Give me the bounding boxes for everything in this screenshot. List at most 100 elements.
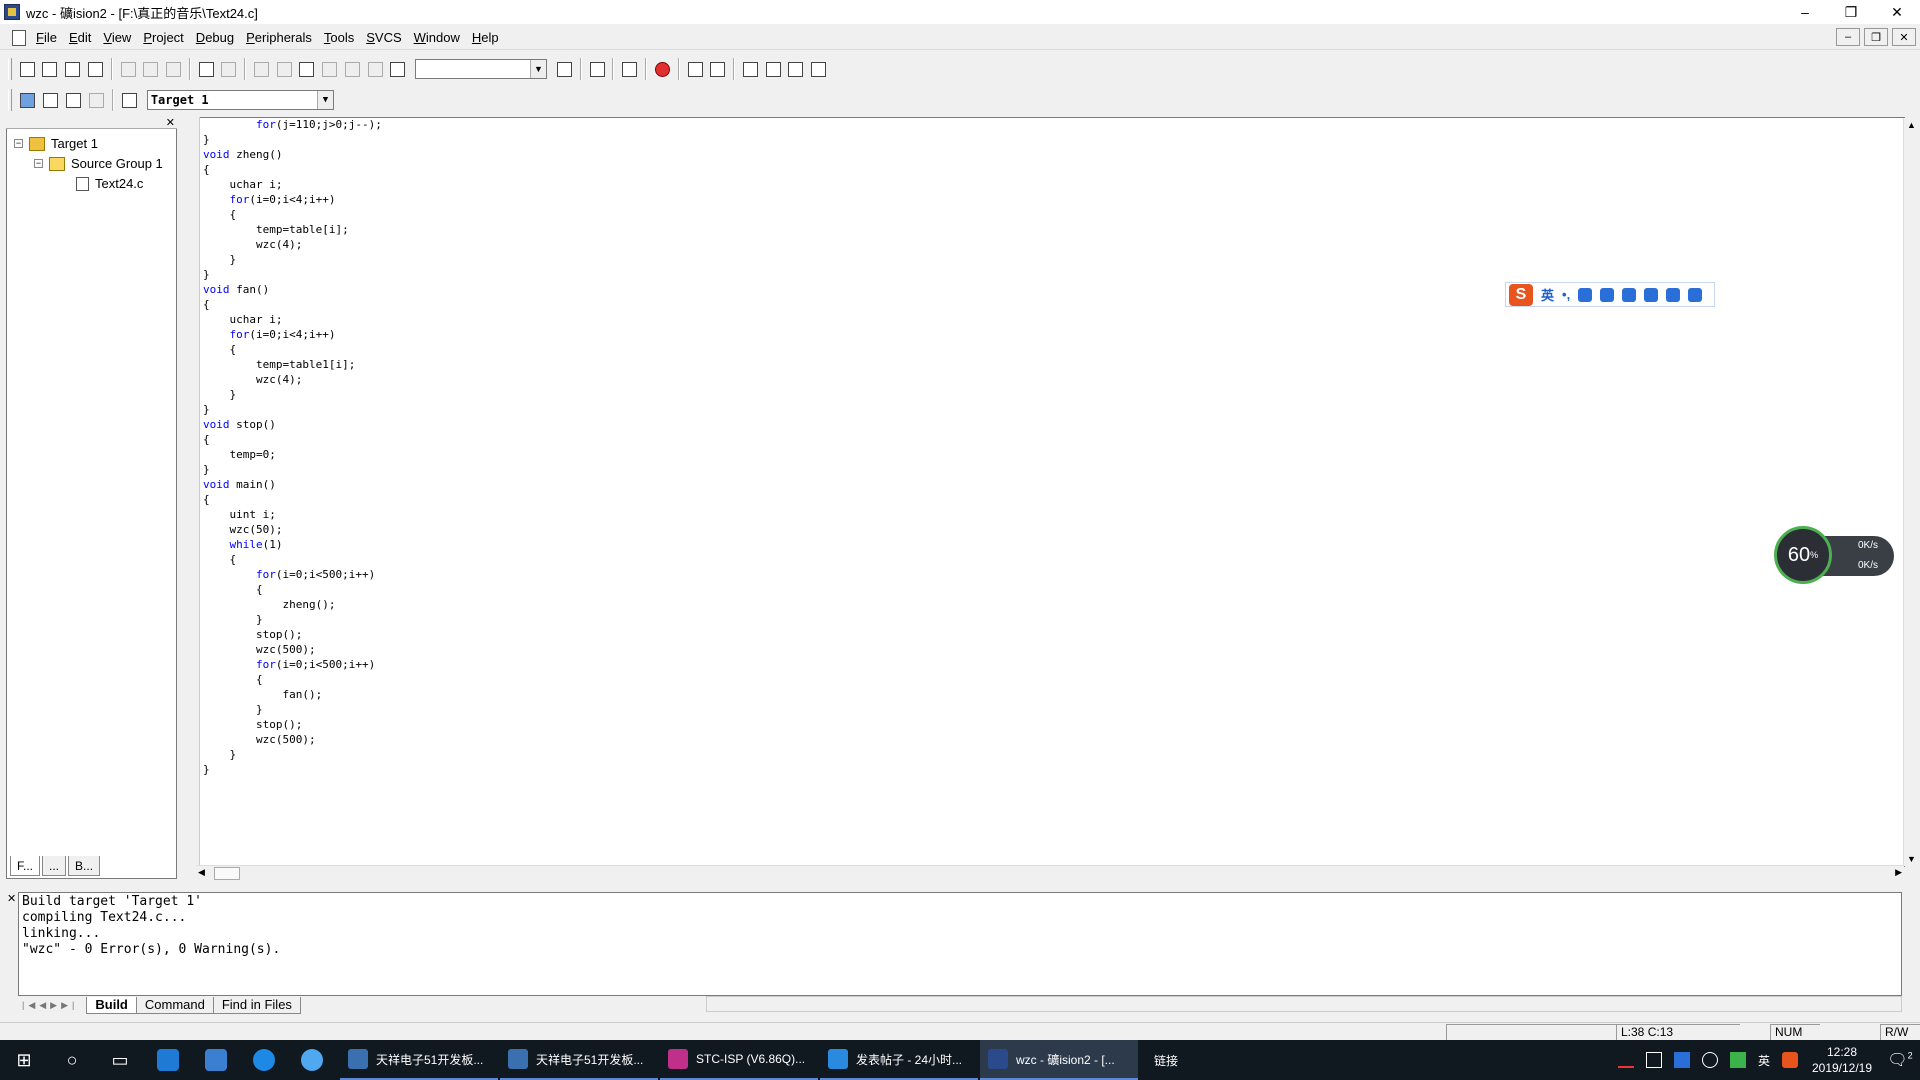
code-line[interactable]: wzc(4); [203, 237, 382, 252]
copy-icon[interactable] [140, 58, 161, 80]
print-icon[interactable] [619, 58, 640, 80]
browser-icon[interactable] [288, 1040, 336, 1080]
code-line[interactable]: } [203, 402, 382, 417]
code-line[interactable]: { [203, 672, 382, 687]
minimize-button[interactable]: – [1782, 0, 1828, 24]
open-file-icon[interactable] [40, 58, 61, 80]
scroll-up-icon[interactable]: ▲ [1907, 120, 1916, 130]
windows-start-icon[interactable]: ⊞ [0, 1040, 48, 1080]
code-line[interactable]: uchar i; [203, 177, 382, 192]
menu-view[interactable]: View [97, 30, 137, 45]
code-line[interactable]: for(i=0;i<500;i++) [203, 657, 382, 672]
code-line[interactable]: } [203, 762, 382, 777]
undo-icon[interactable] [196, 58, 217, 80]
code-line[interactable]: while(1) [203, 537, 382, 552]
code-line[interactable]: { [203, 162, 382, 177]
code-line[interactable]: { [203, 492, 382, 507]
code-line[interactable]: } [203, 387, 382, 402]
shield-icon[interactable] [1673, 1052, 1690, 1068]
bookmark-icon[interactable] [297, 58, 318, 80]
code-line[interactable]: void fan() [203, 282, 382, 297]
code-line[interactable]: for(i=0;i<4;i++) [203, 327, 382, 342]
clock[interactable]: 12:28 2019/12/19 [1804, 1044, 1880, 1076]
code-line[interactable]: wzc(500); [203, 642, 382, 657]
code-line[interactable]: stop(); [203, 717, 382, 732]
ime-punctuation[interactable]: •, [1562, 287, 1570, 302]
rebuild-icon[interactable] [63, 89, 84, 111]
taskbar-task[interactable]: wzc - 礦ision2 - [... [980, 1040, 1138, 1080]
emoji-icon[interactable] [1578, 287, 1593, 302]
output-window-icon[interactable] [708, 58, 729, 80]
code-line[interactable]: uchar i; [203, 312, 382, 327]
code-line[interactable]: temp=table1[i]; [203, 357, 382, 372]
code-line[interactable]: { [203, 342, 382, 357]
code-line[interactable]: { [203, 207, 382, 222]
tab-build[interactable]: Build [86, 996, 137, 1014]
scroll-down-icon[interactable]: ▼ [1907, 854, 1916, 864]
target-select[interactable]: Target 1 ▼ [146, 90, 334, 110]
config-icon[interactable] [786, 58, 807, 80]
translate-icon[interactable] [17, 89, 38, 111]
editor-horizontal-scrollbar[interactable]: ◀ ▶ [196, 865, 1904, 881]
code-line[interactable]: void zheng() [203, 147, 382, 162]
volume-icon[interactable] [1701, 1052, 1718, 1068]
code-line[interactable]: wzc(500); [203, 732, 382, 747]
code-line[interactable]: stop(); [203, 627, 382, 642]
start-debug-icon[interactable] [652, 58, 673, 80]
keyboard-icon[interactable] [1622, 287, 1637, 302]
edge-icon[interactable] [144, 1040, 192, 1080]
code-line[interactable]: void stop() [203, 417, 382, 432]
close-icon[interactable]: ✕ [7, 892, 16, 905]
code-line[interactable]: void main() [203, 477, 382, 492]
code-line[interactable]: zheng(); [203, 597, 382, 612]
sogou-logo[interactable]: S [1509, 283, 1533, 306]
code-line[interactable]: for(i=0;i<500;i++) [203, 567, 382, 582]
output-window[interactable] [18, 892, 1902, 996]
output-vertical-scrollbar[interactable] [1902, 892, 1918, 996]
scroll-thumb[interactable] [214, 867, 240, 880]
save-icon[interactable] [62, 58, 83, 80]
code-line[interactable]: wzc(4); [203, 372, 382, 387]
menu-help[interactable]: Help [466, 30, 505, 45]
tab-files[interactable]: F... [10, 856, 41, 876]
close-icon[interactable]: ✕ [166, 116, 175, 129]
output-horizontal-scrollbar[interactable] [706, 996, 1902, 1012]
chevron-down-icon[interactable]: ▼ [317, 91, 333, 109]
tab-books[interactable]: B... [68, 856, 101, 876]
code-editor[interactable] [186, 117, 1905, 867]
skin-icon[interactable] [1666, 287, 1681, 302]
save-all-icon[interactable] [85, 58, 106, 80]
prev-bookmark-icon[interactable] [319, 58, 340, 80]
unindent-icon[interactable] [274, 58, 295, 80]
clear-bookmarks-icon[interactable] [365, 58, 386, 80]
cut-icon[interactable] [118, 58, 139, 80]
menu-peripherals[interactable]: Peripherals [240, 30, 318, 45]
stop-build-icon[interactable] [86, 89, 107, 111]
taskbar-link-toolbar[interactable]: 链接 [1154, 1052, 1178, 1069]
code-line[interactable]: temp=table[i]; [203, 222, 382, 237]
code-line[interactable]: } [203, 132, 382, 147]
tab-regs[interactable]: ... [42, 856, 67, 876]
code-line[interactable]: } [203, 747, 382, 762]
new-file-icon[interactable] [17, 58, 38, 80]
task-view-icon[interactable]: ▭ [96, 1040, 144, 1080]
mdi-minimize-button[interactable]: – [1836, 28, 1860, 46]
search-icon[interactable]: ○ [48, 1040, 96, 1080]
hand-icon[interactable] [740, 58, 761, 80]
code-line[interactable]: } [203, 612, 382, 627]
code-line[interactable]: { [203, 552, 382, 567]
collapse-icon[interactable]: − [34, 159, 43, 168]
mdi-restore-button[interactable]: ❐ [1864, 28, 1888, 46]
menu-edit[interactable]: Edit [63, 30, 97, 45]
taskbar-task[interactable]: 天祥电子51开发板... [500, 1040, 658, 1080]
tab-nav-arrows[interactable]: |◀◀▶▶| [22, 1000, 78, 1011]
workspace-icon[interactable] [685, 58, 706, 80]
code-text[interactable]: for(j=110;j>0;j--);} void zheng(){ uchar … [203, 117, 382, 777]
code-line[interactable]: { [203, 297, 382, 312]
code-line[interactable]: fan(); [203, 687, 382, 702]
code-line[interactable]: for(i=0;i<4;i++) [203, 192, 382, 207]
microphone-icon[interactable] [1600, 287, 1615, 302]
chevron-up-icon[interactable] [1617, 1052, 1634, 1068]
network-icon[interactable] [1645, 1052, 1662, 1068]
document-icon[interactable] [12, 29, 26, 46]
